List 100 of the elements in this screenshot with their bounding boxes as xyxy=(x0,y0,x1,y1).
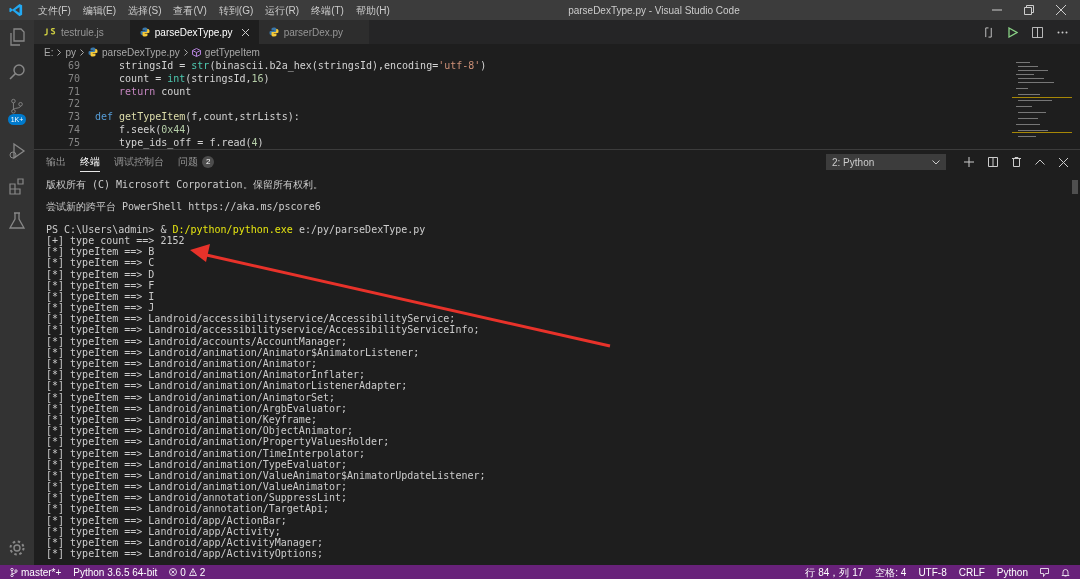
status-item[interactable]: 空格: 4 xyxy=(875,564,907,579)
terminal-line: [*] typeItem ==> Landroid/animation/ArgbEvaluator; xyxy=(46,402,349,414)
close-icon[interactable] xyxy=(1056,5,1066,15)
terminal-line: [*] typeItem ==> B xyxy=(46,246,156,258)
terminal-line: [*] typeItem ==> F xyxy=(46,279,156,291)
panel-tab[interactable]: 问题 2 xyxy=(178,152,215,172)
terminal-line: [+] type count ==> 2152 xyxy=(46,234,185,247)
panel-tab[interactable]: 输出 xyxy=(46,152,66,172)
bell-icon[interactable] xyxy=(1061,567,1070,577)
error-icon xyxy=(169,568,178,576)
line-number: 69 xyxy=(66,60,80,73)
extensions-icon[interactable] xyxy=(8,177,26,195)
breadcrumb-item[interactable]: parseDexType.py xyxy=(102,44,180,60)
terminal-line: [*] typeItem ==> Landroid/animation/TimeInterpolator; xyxy=(46,447,367,459)
chevron-right-icon xyxy=(80,48,84,56)
line-number: 70 xyxy=(66,72,80,86)
breadcrumb-item[interactable]: getTypeItem xyxy=(204,44,260,60)
terminal-line: [*] typeItem ==> Landroid/animation/Animator; xyxy=(46,358,317,370)
line-number: 73 xyxy=(66,111,80,124)
terminal-line: [*] typeItem ==> Landroid/animation/PropertyValuesHolder; xyxy=(46,436,391,448)
code-line: count = int(stringsId,16) xyxy=(118,72,270,86)
terminal-line: [*] typeItem ==> J xyxy=(46,302,155,314)
status-item[interactable]: Python xyxy=(996,564,1028,579)
search-icon[interactable] xyxy=(8,63,26,81)
code-line: stringsId = str(binascii.b2a_hex(stringsId),encoding='utf-8') xyxy=(118,60,487,73)
menu-item[interactable]: 转到(G) xyxy=(212,2,260,18)
status-item[interactable]: CRLF xyxy=(958,564,985,579)
terminal-line: [*] typeItem ==> D xyxy=(46,268,156,280)
flask-icon[interactable] xyxy=(8,212,26,230)
settings-icon[interactable] xyxy=(8,539,26,557)
terminal-line: 版权所有 (C) Microsoft Corporation。保留所有权利。 xyxy=(46,179,324,191)
app-logo-icon xyxy=(9,3,23,17)
terminal-line: [*] typeItem ==> Landroid/accessibilityservice/AccessibilityService; xyxy=(46,313,456,325)
menu-item[interactable]: 文件(F) xyxy=(32,2,77,18)
more-icon[interactable] xyxy=(1057,30,1068,34)
close-panel-icon[interactable] xyxy=(1059,157,1068,167)
line-number: 74 xyxy=(66,124,80,137)
line-number: 71 xyxy=(66,85,80,99)
branch-status[interactable]: master*+ xyxy=(10,564,62,579)
chevron-up-icon[interactable] xyxy=(1035,159,1045,165)
terminal-line: [*] typeItem ==> Landroid/animation/TypeEvaluator; xyxy=(46,458,348,470)
chevron-down-icon xyxy=(932,159,940,165)
close-tab-icon[interactable] xyxy=(241,28,249,36)
terminal-line: PS C:\Users\admin> & D:/python/python.exe e:/py/parseDexType.py xyxy=(46,223,427,235)
scrollbar-thumb[interactable] xyxy=(1072,180,1078,194)
feedback-icon[interactable] xyxy=(1040,567,1049,577)
trash-icon[interactable] xyxy=(1012,157,1021,167)
editor-tab[interactable]: parseDexType.py xyxy=(129,20,259,44)
menu-item[interactable]: 帮助(H) xyxy=(349,2,396,18)
terminal-line: [*] typeItem ==> I xyxy=(46,290,156,303)
editor-tab[interactable]: testrule.js xyxy=(34,20,130,44)
panel-tab[interactable]: 调试控制台 xyxy=(114,152,164,172)
chevron-right-icon xyxy=(57,48,62,56)
interpreter-status[interactable]: Python 3.6.5 64-bit xyxy=(73,564,158,579)
files-icon[interactable] xyxy=(8,28,26,46)
breadcrumb-item[interactable]: E: xyxy=(44,44,54,60)
compare-changes-icon[interactable] xyxy=(983,26,994,38)
menu-item[interactable]: 选择(S) xyxy=(122,2,168,18)
menu-item[interactable]: 运行(R) xyxy=(259,2,306,18)
menu-item[interactable]: 编辑(E) xyxy=(76,2,123,18)
problems-status[interactable]: 0 2 xyxy=(169,564,206,579)
status-item[interactable]: UTF-8 xyxy=(918,564,947,579)
terminal-line: [*] typeItem ==> Landroid/animation/ValueAnimator$AnimatorUpdateListener; xyxy=(46,469,487,482)
terminal-line: 尝试新的跨平台 PowerShell https://aka.ms/pscore6 xyxy=(46,201,322,213)
terminal-line: [*] typeItem ==> Landroid/annotation/SuppressLint; xyxy=(46,492,349,504)
terminal-line: [*] typeItem ==> Landroid/app/ActionBar; xyxy=(46,514,288,526)
menu-item[interactable]: 查看(V) xyxy=(167,2,213,18)
status-item[interactable]: 行 84，列 17 xyxy=(805,564,864,579)
split-terminal-icon[interactable] xyxy=(988,157,998,167)
source-control-icon[interactable] xyxy=(9,98,25,114)
terminal-line: [*] typeItem ==> Landroid/app/ActivityOptions; xyxy=(46,548,324,560)
run-debug-icon[interactable] xyxy=(8,142,26,160)
cube-icon xyxy=(191,47,201,57)
warning-icon xyxy=(188,568,197,576)
breadcrumb-item[interactable]: py xyxy=(65,44,76,60)
restore-icon[interactable] xyxy=(1024,5,1034,15)
line-number: 72 xyxy=(66,98,80,112)
terminal-line: [*] typeItem ==> Landroid/app/ActivityManager; xyxy=(46,537,324,549)
plus-icon[interactable] xyxy=(964,157,974,167)
menu-item[interactable]: 终端(T) xyxy=(305,2,350,18)
split-editor-icon[interactable] xyxy=(1032,26,1043,38)
terminal-line: [*] typeItem ==> Landroid/accessibilityservice/AccessibilityServiceInfo; xyxy=(46,324,481,336)
terminal-line: [*] typeItem ==> Landroid/animation/Keyframe; xyxy=(46,413,317,426)
terminal-select[interactable]: 2: Python xyxy=(826,154,946,170)
python-file-icon xyxy=(88,47,98,57)
editor-tab[interactable]: parserDex.py xyxy=(258,20,370,44)
terminal-line: [*] typeItem ==> Landroid/animation/Animator$AnimatorListener; xyxy=(46,346,421,358)
code-line: return count xyxy=(118,85,192,99)
run-icon[interactable] xyxy=(1008,26,1018,38)
python-file-icon xyxy=(268,27,279,37)
js-file-icon xyxy=(44,28,56,36)
python-file-icon xyxy=(139,27,150,37)
panel-tab[interactable]: 终端 xyxy=(80,152,100,172)
terminal-line: [*] typeItem ==> Landroid/animation/ValueAnimator; xyxy=(46,481,349,493)
code-line: def getTypeItem(f,count,strLists): xyxy=(95,111,300,124)
terminal-line: [*] typeItem ==> Landroid/animation/AnimatorInflater; xyxy=(46,369,366,381)
terminal-line: [*] typeItem ==> C xyxy=(46,257,156,269)
terminal-line: [*] typeItem ==> Landroid/app/Activity; xyxy=(46,525,281,537)
terminal-line: [*] typeItem ==> Landroid/accounts/AccountManager; xyxy=(46,335,349,347)
branch-icon xyxy=(10,567,18,577)
